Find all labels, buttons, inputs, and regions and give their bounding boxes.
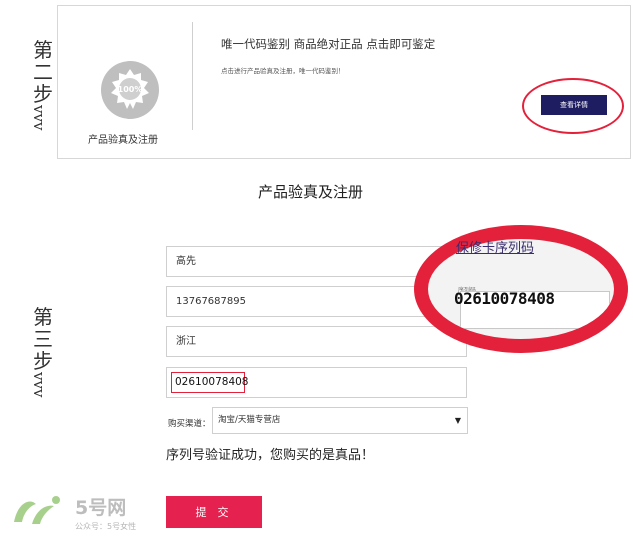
- view-details-button[interactable]: 查看详情: [541, 95, 607, 115]
- panel-divider: [192, 22, 193, 130]
- certified-badge-icon: 100%: [101, 61, 159, 119]
- caret-down-icon: ▼: [454, 416, 461, 425]
- zoom-serial-number: 02610078408: [454, 289, 555, 308]
- panel-subtitle: 点击进行产品验真及注册，唯一代码鉴别！: [221, 67, 345, 75]
- serial-input-value: 02610078408: [171, 372, 249, 393]
- step-2-text: 第二步: [33, 38, 53, 106]
- step-3-arrows: vvv: [30, 372, 55, 398]
- province-input[interactable]: 浙江: [166, 326, 467, 357]
- success-message: 序列号验证成功，您购买的是真品！: [166, 448, 375, 463]
- step-3-text: 第三步: [33, 305, 53, 373]
- step-3-arrow-chars: vvv: [30, 372, 48, 398]
- watermark-subtitle: 公众号：5号女性: [75, 522, 137, 531]
- verification-panel: 100% 产品验真及注册 唯一代码鉴别 商品绝对正品 点击即可鉴定 点击进行产品…: [57, 5, 631, 159]
- site-logo-icon: [14, 496, 60, 524]
- badge-caption: 产品验真及注册: [88, 135, 158, 146]
- channel-select[interactable]: 淘宝/天猫专营店 ▼: [212, 407, 468, 434]
- step-3-label: 第三步 vvv: [30, 305, 55, 398]
- watermark-brand: 5号网: [75, 497, 127, 519]
- form-title: 产品验真及注册: [258, 183, 364, 201]
- warranty-serial-link[interactable]: 保修卡序列码: [456, 237, 534, 256]
- step-2-arrows: vvv: [30, 105, 55, 131]
- panel-title: 唯一代码鉴别 商品绝对正品 点击即可鉴定: [221, 37, 436, 51]
- channel-label: 购买渠道：: [168, 419, 211, 429]
- submit-button[interactable]: 提 交: [166, 496, 262, 528]
- badge-text: 100%: [118, 85, 143, 94]
- step-2-label: 第二步 vvv: [30, 38, 55, 131]
- channel-selected-value: 淘宝/天猫专营店: [218, 415, 281, 425]
- step-2-arrow-chars: vvv: [30, 105, 48, 131]
